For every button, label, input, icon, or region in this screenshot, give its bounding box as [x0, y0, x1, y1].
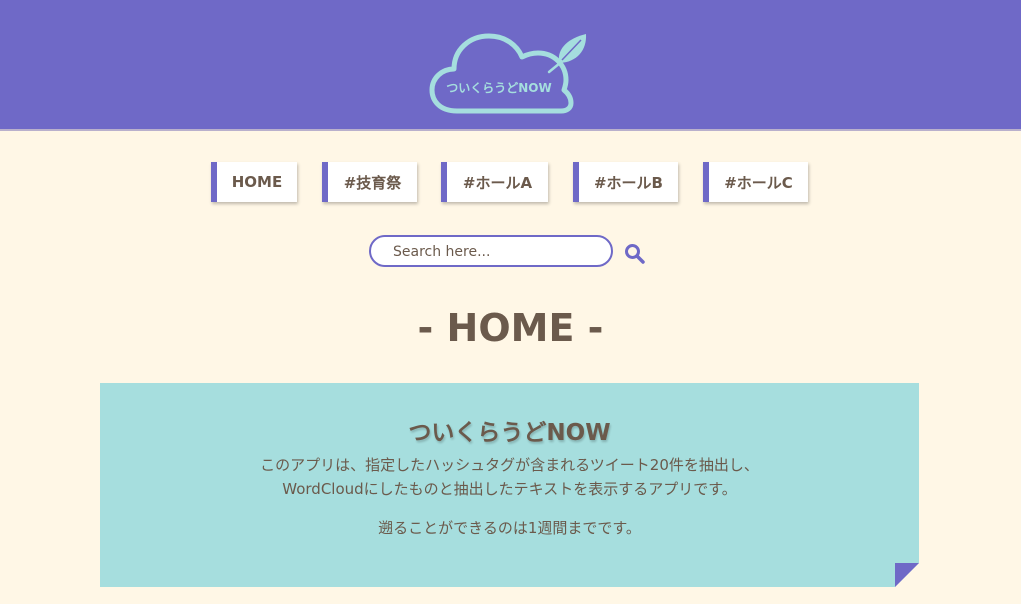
nav-item-label: #ホールB: [593, 173, 663, 192]
nav-item-hall-c[interactable]: #ホールC: [703, 162, 808, 202]
search-icon[interactable]: [624, 243, 646, 265]
intro-card: ついくらうどNOW このアプリは、指定したハッシュタグが含まれるツイート20件を…: [100, 383, 919, 587]
nav-item-label: #技育祭: [343, 173, 402, 192]
nav-item-gikusai[interactable]: #技育祭: [322, 162, 417, 202]
cloud-leaf-logo-icon: [429, 33, 587, 114]
card-note: 遡ることができるのは1週間までです。: [378, 519, 641, 537]
nav-item-label: #ホールC: [724, 173, 793, 192]
search-input[interactable]: [391, 237, 605, 267]
card-description-line: WordCloudにしたものと抽出したテキストを表示するアプリです。: [282, 480, 737, 498]
nav-item-hall-a[interactable]: #ホールA: [441, 162, 548, 202]
nav-item-label: #ホールA: [462, 173, 533, 192]
card-description-line: このアプリは、指定したハッシュタグが含まれるツイート20件を抽出し、: [260, 456, 759, 474]
card-title: ついくらうどNOW: [408, 420, 611, 446]
header: ついくらうどNOW: [0, 0, 1021, 131]
logo-text: ついくらうどNOW: [446, 81, 552, 95]
page-title: - HOME -: [417, 306, 604, 350]
logo[interactable]: ついくらうどNOW: [429, 30, 589, 116]
nav-bar: HOME #技育祭 #ホールA #ホールB #ホールC: [0, 162, 1021, 202]
nav-item-home[interactable]: HOME: [211, 162, 297, 202]
nav-item-label: HOME: [231, 173, 283, 191]
search-box: [369, 235, 613, 267]
nav-item-hall-b[interactable]: #ホールB: [573, 162, 678, 202]
page-curl-corner-icon: [895, 563, 919, 587]
